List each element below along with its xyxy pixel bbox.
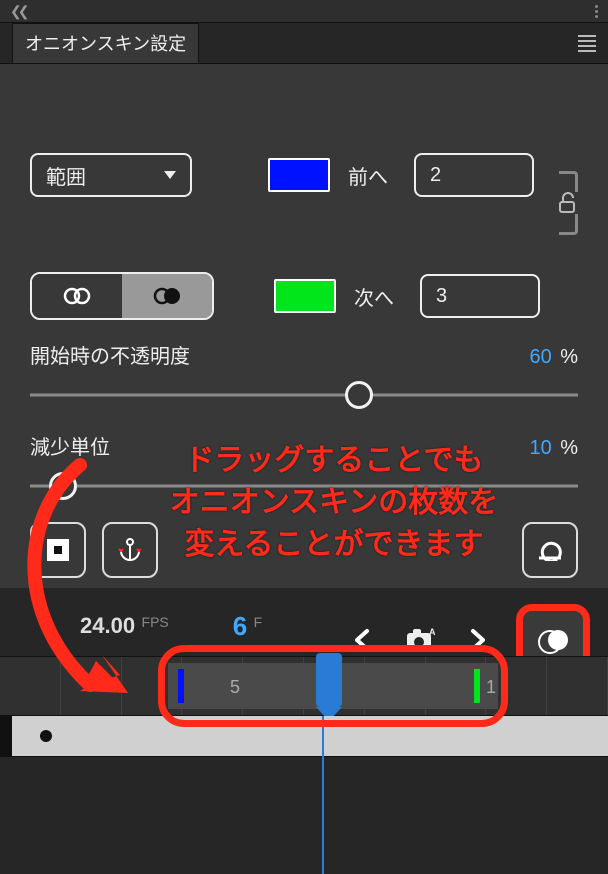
keyframe-marker-icon: [47, 539, 69, 561]
keyframe-marker-button[interactable]: [30, 522, 86, 578]
fill-mode-option[interactable]: [122, 274, 212, 318]
panel-title-tab[interactable]: オニオンスキン設定: [12, 23, 199, 63]
annotation-highlight-box: [158, 645, 508, 727]
start-opacity-slider[interactable]: [30, 383, 578, 407]
slider-thumb[interactable]: [49, 472, 77, 500]
start-opacity-unit: %: [560, 346, 578, 368]
chevron-down-icon: [164, 171, 176, 179]
onion-skin-icon: [538, 629, 568, 651]
panel-gripper-icon[interactable]: [595, 5, 598, 18]
timeline-ruler[interactable]: 5 1: [0, 656, 608, 716]
range-mode-select[interactable]: 範囲: [30, 153, 192, 197]
playhead-line: [322, 716, 324, 874]
outline-mode-option[interactable]: [32, 274, 122, 318]
panel-header: オニオンスキン設定: [0, 23, 608, 64]
track-start-marker: [0, 716, 12, 756]
timeline-empty-area: [0, 757, 608, 874]
onion-skin-range[interactable]: 5 1: [168, 657, 498, 715]
window-top-bar: ❮❮: [0, 0, 608, 23]
next-frames-input[interactable]: 3: [420, 274, 540, 318]
outline-circles-icon: [62, 286, 92, 306]
outline-fill-toggle[interactable]: [30, 272, 214, 320]
fps-value[interactable]: 24.00: [80, 613, 135, 638]
panel-menu-icon[interactable]: [578, 35, 596, 52]
annotation-overlay-text: ドラッグすることでも オニオンスキンの枚数を 変えることができます: [80, 440, 588, 566]
slider-thumb[interactable]: [345, 381, 373, 409]
current-frame-value[interactable]: 6: [233, 611, 247, 641]
start-opacity-label: 開始時の不透明度: [30, 340, 190, 369]
link-lock[interactable]: [558, 148, 578, 258]
next-label: 次へ: [354, 282, 402, 311]
unlock-icon: [558, 192, 578, 214]
svg-text:A: A: [429, 627, 435, 637]
range-mode-label: 範囲: [46, 161, 86, 190]
timeline-panel: 24.00 FPS 6 F A: [0, 596, 608, 874]
filled-circles-icon: [152, 286, 182, 306]
keyframe-dot[interactable]: [40, 730, 52, 742]
start-opacity-value[interactable]: 60: [530, 346, 552, 368]
panel-collapse-chevrons-icon[interactable]: ❮❮: [10, 3, 25, 20]
next-color-swatch[interactable]: [274, 279, 336, 313]
frame-label: F: [254, 614, 263, 630]
prev-label: 前へ: [348, 161, 396, 190]
prev-color-swatch[interactable]: [268, 158, 330, 192]
fps-label: FPS: [142, 614, 169, 630]
prev-frames-input[interactable]: 2: [414, 153, 534, 197]
